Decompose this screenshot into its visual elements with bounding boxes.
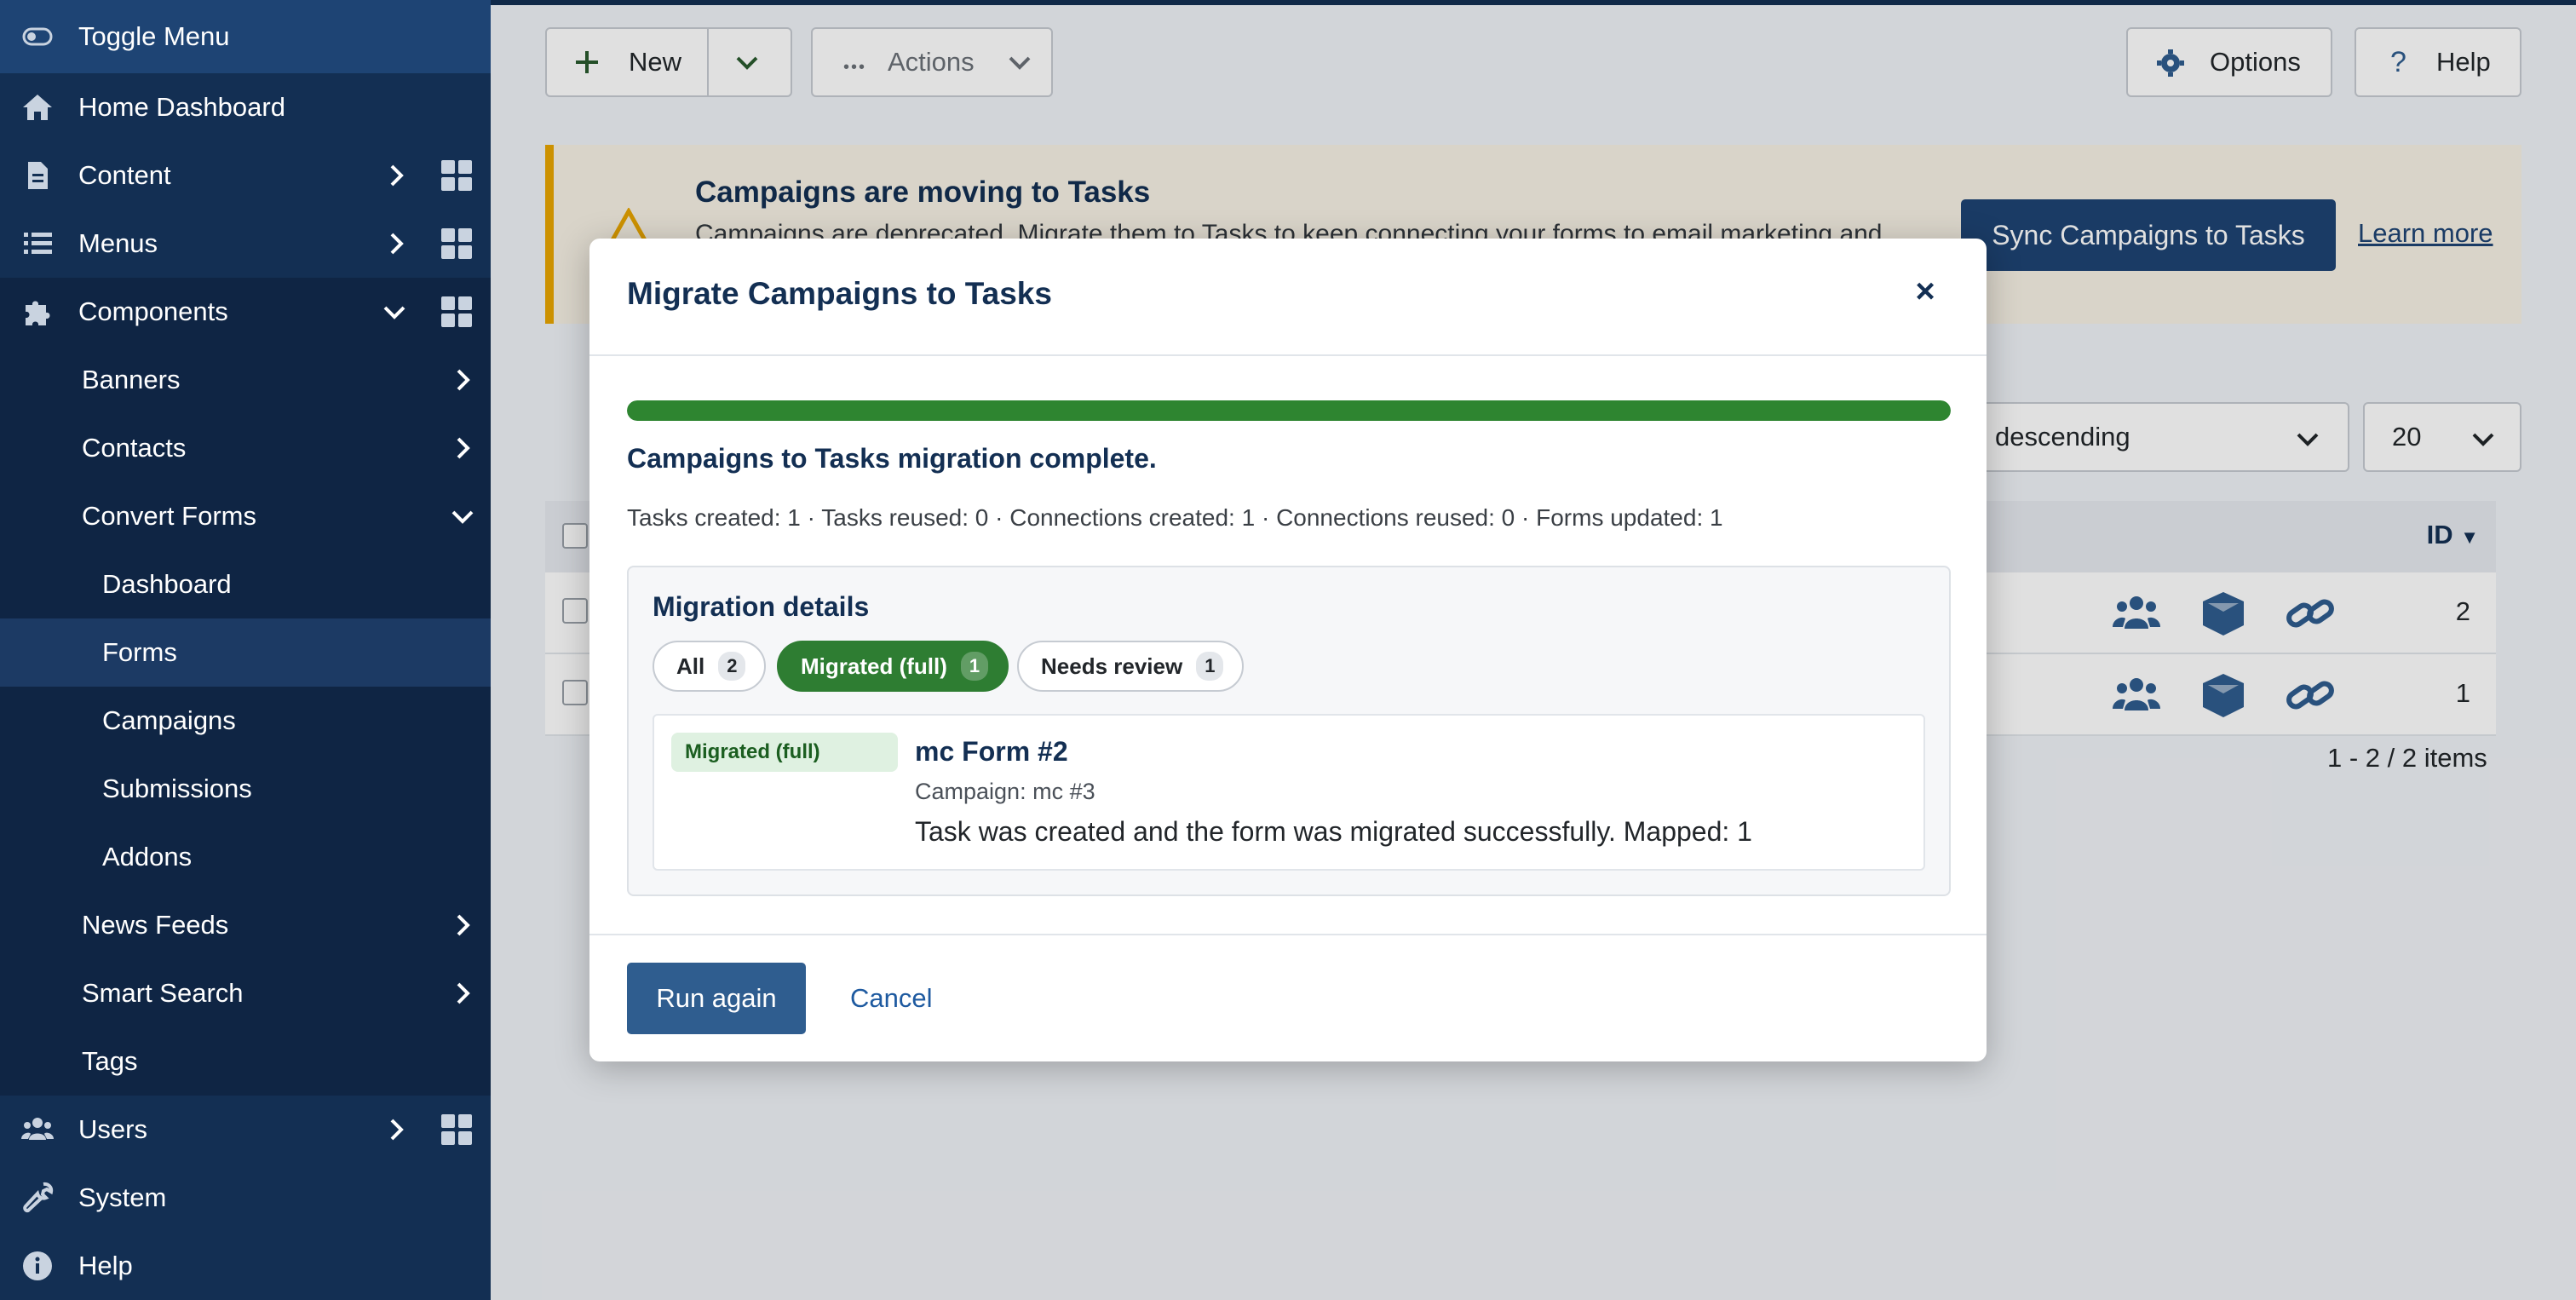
chip-count: 1 [960, 652, 989, 681]
file-icon [19, 157, 56, 194]
sidebar-item-label: System [78, 1182, 167, 1212]
sidebar-item-help[interactable]: Help [0, 1232, 491, 1300]
sidebar-item-addons[interactable]: Addons [0, 823, 491, 891]
chip-count: 1 [1196, 652, 1224, 681]
modal-title: Migrate Campaigns to Tasks [627, 276, 1052, 311]
sidebar-item-forms[interactable]: Forms [0, 618, 491, 687]
sidebar-item-label: Convert Forms [82, 501, 256, 531]
cancel-button[interactable]: Cancel [850, 983, 933, 1014]
wrench-icon [19, 1179, 56, 1217]
sidebar-item-label: Forms [102, 637, 177, 667]
sidebar-item-convert-forms[interactable]: Convert Forms [0, 482, 491, 550]
migration-stats: Tasks created: 1 · Tasks reused: 0 · Con… [627, 504, 1723, 531]
chip-label: Needs review [1041, 653, 1183, 679]
migrate-campaigns-modal: Migrate Campaigns to Tasks × Campaigns t… [589, 239, 1987, 1061]
chip-label: Migrated (full) [801, 653, 947, 679]
chevron-right-icon[interactable] [450, 912, 475, 938]
sidebar-item-banners[interactable]: Banners [0, 346, 491, 414]
sidebar-item-label: Tags [82, 1046, 138, 1076]
sidebar-item-users[interactable]: Users [0, 1096, 491, 1164]
filter-migrated-full-chip[interactable]: Migrated (full) 1 [777, 641, 1009, 692]
toggle-menu-button[interactable]: Toggle Menu [0, 0, 491, 73]
chip-label: All [676, 653, 705, 679]
sidebar-item-campaigns[interactable]: Campaigns [0, 687, 491, 755]
status-badge: Migrated (full) [671, 733, 898, 772]
toggle-menu-label: Toggle Menu [78, 21, 230, 51]
sidebar-item-label: Contacts [82, 433, 187, 463]
filter-needs-review-chip[interactable]: Needs review 1 [1017, 641, 1245, 692]
sidebar-item-home-dashboard[interactable]: Home Dashboard [0, 73, 491, 141]
puzzle-icon [19, 293, 56, 331]
chevron-right-icon[interactable] [450, 435, 475, 461]
chevron-right-icon[interactable] [450, 367, 475, 393]
sidebar-item-label: Smart Search [82, 978, 244, 1008]
chevron-right-icon[interactable] [383, 231, 409, 256]
chevron-right-icon[interactable] [383, 163, 409, 188]
dashboard-grid-icon[interactable] [441, 296, 472, 327]
sidebar-item-label: Help [78, 1251, 133, 1280]
filter-all-chip[interactable]: All 2 [653, 641, 767, 692]
sidebar-item-label: Home Dashboard [78, 92, 285, 122]
sidebar-item-label: Menus [78, 228, 158, 258]
sidebar: Toggle Menu Home Dashboard Content Menus… [0, 0, 491, 1300]
completion-message: Campaigns to Tasks migration complete. [627, 443, 1157, 474]
sidebar-item-label: Content [78, 160, 171, 190]
form-name: mc Form #2 [915, 736, 1068, 767]
sidebar-item-menus[interactable]: Menus [0, 210, 491, 278]
sidebar-item-dashboard[interactable]: Dashboard [0, 550, 491, 618]
list-icon [19, 225, 56, 262]
migration-progress-bar [627, 400, 1951, 421]
sidebar-item-tags[interactable]: Tags [0, 1027, 491, 1096]
chevron-right-icon[interactable] [383, 1117, 409, 1142]
sidebar-item-label: Campaigns [102, 705, 236, 735]
chevron-right-icon[interactable] [450, 981, 475, 1006]
chevron-down-icon[interactable] [382, 299, 407, 325]
modal-header-divider [589, 354, 1987, 356]
close-icon[interactable]: × [1906, 273, 1944, 310]
sidebar-item-label: Dashboard [102, 569, 232, 599]
toggle-icon [19, 18, 56, 55]
sidebar-item-components[interactable]: Components [0, 278, 491, 346]
dashboard-grid-icon[interactable] [441, 228, 472, 259]
sidebar-item-label: Addons [102, 842, 193, 871]
home-icon [19, 89, 56, 126]
sidebar-item-system[interactable]: System [0, 1164, 491, 1232]
progress-fill [627, 400, 1951, 421]
sidebar-item-contacts[interactable]: Contacts [0, 414, 491, 482]
campaign-name: Campaign: mc #3 [915, 779, 1095, 804]
sidebar-item-submissions[interactable]: Submissions [0, 755, 491, 823]
sidebar-item-content[interactable]: Content [0, 141, 491, 210]
result-message: Task was created and the form was migrat… [915, 816, 1752, 847]
sidebar-item-label: Components [78, 296, 228, 326]
migration-result-item: Migrated (full) mc Form #2 Campaign: mc … [653, 714, 1925, 871]
details-title: Migration details [653, 591, 870, 622]
info-icon [19, 1247, 56, 1285]
users-icon [19, 1111, 56, 1148]
sidebar-item-label: News Feeds [82, 910, 229, 940]
chip-count: 2 [718, 652, 746, 681]
migration-details-panel: Migration details All 2 Migrated (full) … [627, 566, 1951, 896]
sidebar-item-label: Submissions [102, 774, 252, 803]
sidebar-item-label: Users [78, 1114, 147, 1144]
dashboard-grid-icon[interactable] [441, 160, 472, 191]
chevron-down-icon[interactable] [450, 503, 475, 529]
sidebar-item-smart-search[interactable]: Smart Search [0, 959, 491, 1027]
run-again-button[interactable]: Run again [627, 963, 806, 1034]
modal-footer-divider [589, 934, 1987, 935]
dashboard-grid-icon[interactable] [441, 1114, 472, 1145]
sidebar-item-label: Banners [82, 365, 181, 394]
sidebar-item-news-feeds[interactable]: News Feeds [0, 891, 491, 959]
